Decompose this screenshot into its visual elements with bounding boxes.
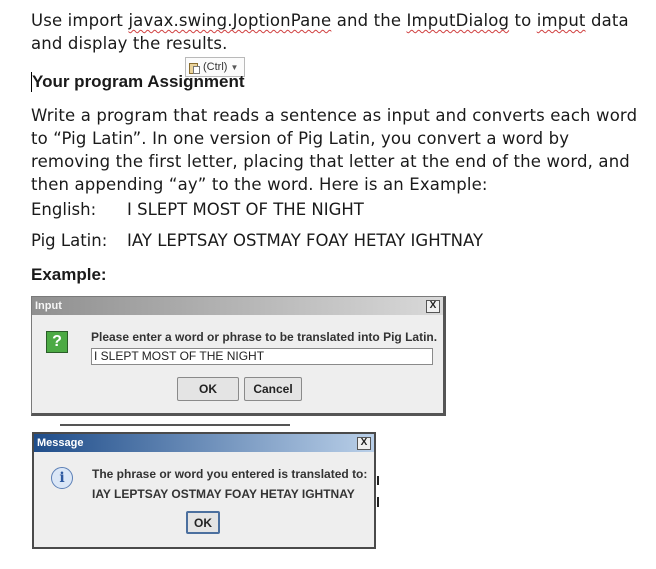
- example-heading: Example:: [31, 265, 107, 284]
- input-prompt: Please enter a word or phrase to be tran…: [91, 330, 438, 344]
- input-dialog-titlebar[interactable]: Input X: [32, 297, 443, 315]
- message-line-1: The phrase or word you entered is transl…: [92, 467, 368, 481]
- input-dialog-title: Input: [35, 300, 62, 312]
- misspelled-joptionpane[interactable]: javax.swing.JoptionPane: [128, 11, 331, 30]
- misspelled-imputdialog[interactable]: ImputDialog: [407, 11, 510, 30]
- intro-paragraph: Use import javax.swing.JoptionPane and t…: [31, 9, 651, 55]
- intro-text-middle: and the: [331, 11, 407, 30]
- assignment-description: Write a program that reads a sentence as…: [31, 106, 638, 194]
- misspelled-imput[interactable]: imput: [537, 11, 586, 30]
- piglatin-value: IAY LEPTSAY OSTMAY FOAY HETAY IGHTNAY: [127, 231, 484, 250]
- message-line-2: IAY LEPTSAY OSTMAY FOAY HETAY IGHTNAY: [92, 487, 355, 501]
- intro-text-before: Use import: [31, 11, 129, 30]
- piglatin-row: Pig Latin: IAY LEPTSAY OSTMAY FOAY HETAY …: [31, 231, 483, 250]
- english-label: English:: [31, 200, 97, 219]
- ok-button[interactable]: OK: [177, 377, 239, 401]
- phrase-input[interactable]: I SLEPT MOST OF THE NIGHT: [91, 348, 433, 365]
- hidden-text-fragment: [377, 497, 379, 507]
- close-icon[interactable]: X: [426, 299, 440, 313]
- cancel-button[interactable]: Cancel: [244, 377, 302, 401]
- message-dialog-titlebar[interactable]: Message X: [34, 434, 374, 452]
- intro-text-to: to: [509, 11, 537, 30]
- input-dialog: Input X ? Please enter a word or phrase …: [31, 296, 446, 416]
- chevron-down-icon: ▼: [230, 62, 239, 72]
- info-icon: i: [51, 467, 73, 489]
- assignment-heading: Your program Assignment: [32, 72, 245, 91]
- message-dialog-title: Message: [37, 437, 84, 449]
- piglatin-label: Pig Latin:: [31, 231, 108, 250]
- hidden-text-fragment: [60, 424, 290, 426]
- message-ok-button[interactable]: OK: [186, 511, 220, 534]
- hidden-text-fragment: [377, 476, 379, 485]
- message-dialog: Message X i The phrase or word you enter…: [32, 432, 376, 549]
- close-icon[interactable]: X: [357, 436, 371, 450]
- english-value: I SLEPT MOST OF THE NIGHT: [127, 200, 364, 219]
- english-row: English: I SLEPT MOST OF THE NIGHT: [31, 200, 364, 219]
- question-icon: ?: [46, 331, 68, 353]
